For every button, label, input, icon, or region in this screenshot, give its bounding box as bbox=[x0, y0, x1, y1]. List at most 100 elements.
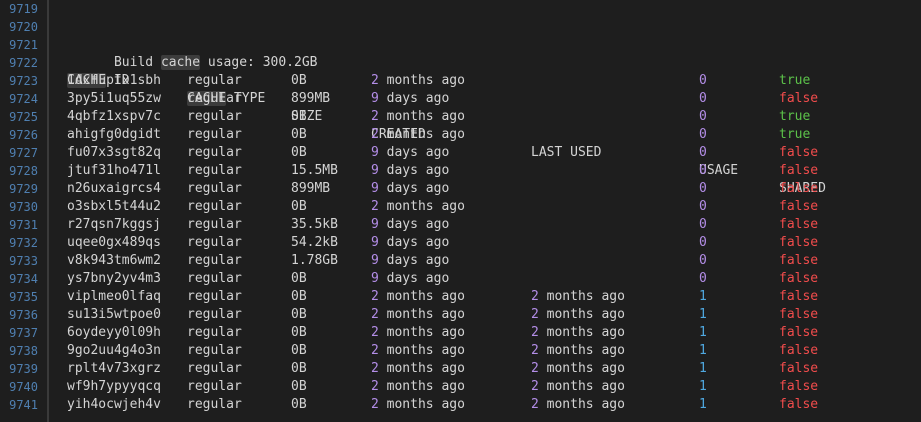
cache-id: fu07x3sgt82q bbox=[67, 145, 161, 160]
last-used: 2 months ago bbox=[531, 307, 625, 322]
cache-type: regular bbox=[187, 217, 242, 232]
shared: false bbox=[779, 397, 819, 412]
shared: false bbox=[779, 379, 819, 394]
shared: true bbox=[779, 109, 811, 124]
created: 2 months ago bbox=[371, 379, 465, 394]
created: 9 days ago bbox=[371, 217, 450, 232]
size: 15.5MB bbox=[291, 163, 338, 178]
code-editor[interactable]: 9719 9720 9721 9722 9723 9724 9725 9726 9727 9728… bbox=[0, 0, 921, 422]
usage: 0 bbox=[699, 271, 707, 286]
cache-id: su13i5wtpoe0 bbox=[67, 307, 161, 322]
table-row: rplt4v73xgrz regular 0B 2 months ago 2 month… bbox=[0, 360, 921, 378]
created: 2 months ago bbox=[371, 127, 465, 142]
size: 0B bbox=[291, 361, 307, 376]
cache-id: 6oydeyy0l09h bbox=[67, 325, 161, 340]
cache-id: ahigfg0dgidt bbox=[67, 127, 161, 142]
cache-type: regular bbox=[187, 127, 242, 142]
created: 2 months ago bbox=[371, 361, 465, 376]
created: 2 months ago bbox=[371, 109, 465, 124]
created: 2 months ago bbox=[371, 307, 465, 322]
cache-id: wf9h7ypyyqcq bbox=[67, 379, 161, 394]
last-used: 2 months ago bbox=[531, 343, 625, 358]
cache-type: regular bbox=[187, 109, 242, 124]
table-row: wf9h7ypyyqcq regular 0B 2 months ago 2 month… bbox=[0, 378, 921, 396]
size: 0B bbox=[291, 73, 307, 88]
created: 9 days ago bbox=[371, 181, 450, 196]
cache-id: jtuf31ho471l bbox=[67, 163, 161, 178]
last-used: 2 months ago bbox=[531, 379, 625, 394]
table-row: viplmeo0lfaq regular 0B 2 months ago 2 month… bbox=[0, 288, 921, 306]
size: 0B bbox=[291, 379, 307, 394]
size: 0B bbox=[291, 307, 307, 322]
table-row: v8k943tm6wm2 regular 1.78GB 9 days ago 0 fals… bbox=[0, 252, 921, 270]
cache-type: regular bbox=[187, 73, 242, 88]
size: 0B bbox=[291, 109, 307, 124]
size: 0B bbox=[291, 271, 307, 286]
table-row: 6oydeyy0l09h regular 0B 2 months ago 2 month… bbox=[0, 324, 921, 342]
created: 9 days ago bbox=[371, 253, 450, 268]
cache-type: regular bbox=[187, 253, 242, 268]
cache-id: n26uxaigrcs4 bbox=[67, 181, 161, 196]
shared: false bbox=[779, 307, 819, 322]
table-row: ahigfg0dgidt regular 0B 2 months ago 0 true bbox=[0, 126, 921, 144]
table-row: o3sbxl5t44u2 regular 0B 2 months ago 0 false bbox=[0, 198, 921, 216]
cache-id: 4qbfz1xspv7c bbox=[67, 109, 161, 124]
table-row: 4qbfz1xspv7c regular 0B 2 months ago 0 true bbox=[0, 108, 921, 126]
size: 0B bbox=[291, 199, 307, 214]
usage: 0 bbox=[699, 199, 707, 214]
cache-id: 3py5i1uq55zw bbox=[67, 91, 161, 106]
table-row: yih4ocwjeh4v regular 0B 2 months ago 2 month… bbox=[0, 396, 921, 414]
usage: 1 bbox=[699, 379, 707, 394]
shared: false bbox=[779, 145, 819, 160]
size: 35.5kB bbox=[291, 217, 338, 232]
cache-id: ys7bny2yv4m3 bbox=[67, 271, 161, 286]
table-row: jtuf31ho471l regular 15.5MB 9 days ago 0 fals… bbox=[0, 162, 921, 180]
usage: 0 bbox=[699, 253, 707, 268]
usage: 1 bbox=[699, 361, 707, 376]
table-row: su13i5wtpoe0 regular 0B 2 months ago 2 month… bbox=[0, 306, 921, 324]
shared: false bbox=[779, 253, 819, 268]
shared: false bbox=[779, 181, 819, 196]
cache-type: regular bbox=[187, 199, 242, 214]
usage: 0 bbox=[699, 181, 707, 196]
size: 1.78GB bbox=[291, 253, 338, 268]
size: 899MB bbox=[291, 91, 331, 106]
cache-type: regular bbox=[187, 343, 242, 358]
usage: 0 bbox=[699, 217, 707, 232]
table-row: r27qsn7kggsj regular 35.5kB 9 days ago 0 fals… bbox=[0, 216, 921, 234]
cache-id: r27qsn7kggsj bbox=[67, 217, 161, 232]
table-row: n26uxaigrcs4 regular 899MB 9 days ago 0 false bbox=[0, 180, 921, 198]
cache-type: regular bbox=[187, 307, 242, 322]
shared: false bbox=[779, 163, 819, 178]
shared: false bbox=[779, 343, 819, 358]
size: 0B bbox=[291, 145, 307, 160]
usage: 1 bbox=[699, 289, 707, 304]
cache-type: regular bbox=[187, 325, 242, 340]
cache-id: viplmeo0lfaq bbox=[67, 289, 161, 304]
usage: 1 bbox=[699, 307, 707, 322]
created: 2 months ago bbox=[371, 343, 465, 358]
usage: 0 bbox=[699, 127, 707, 142]
cache-id: 1dxfuptx1sbh bbox=[67, 73, 161, 88]
created: 9 days ago bbox=[371, 163, 450, 178]
table-row: 1dxfuptx1sbh regular 0B 2 months ago 0 true bbox=[0, 72, 921, 90]
size: 54.2kB bbox=[291, 235, 338, 250]
last-used: 2 months ago bbox=[531, 289, 625, 304]
cache-type: regular bbox=[187, 361, 242, 376]
cache-type: regular bbox=[187, 289, 242, 304]
shared: false bbox=[779, 217, 819, 232]
size: 0B bbox=[291, 325, 307, 340]
shared: false bbox=[779, 91, 819, 106]
created: 2 months ago bbox=[371, 289, 465, 304]
table-row: 9go2uu4g4o3n regular 0B 2 months ago 2 month… bbox=[0, 342, 921, 360]
cache-type: regular bbox=[187, 91, 242, 106]
size: 0B bbox=[291, 289, 307, 304]
shared: false bbox=[779, 199, 819, 214]
shared: true bbox=[779, 127, 811, 142]
created: 2 months ago bbox=[371, 199, 465, 214]
cache-id: o3sbxl5t44u2 bbox=[67, 199, 161, 214]
usage: 1 bbox=[699, 325, 707, 340]
created: 9 days ago bbox=[371, 235, 450, 250]
usage: 0 bbox=[699, 73, 707, 88]
summary-line: Build cache usage: 300.2GB bbox=[0, 18, 317, 70]
